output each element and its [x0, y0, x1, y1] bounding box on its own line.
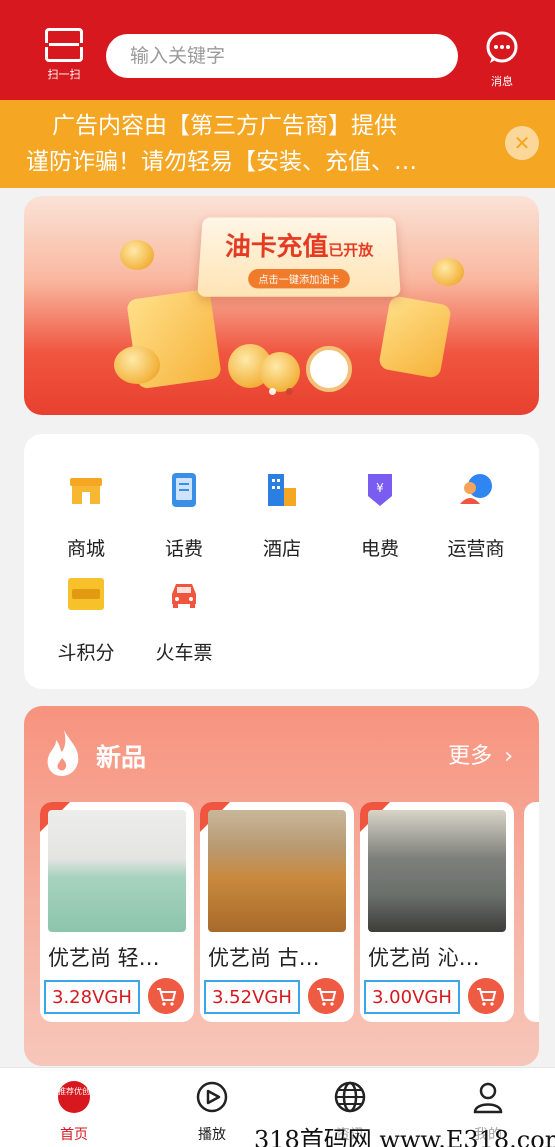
product-price: 3.00VGH [364, 980, 460, 1014]
cart-icon[interactable] [148, 978, 184, 1014]
service-label: 运营商 [426, 534, 526, 561]
service-label: 斗积分 [36, 638, 136, 665]
tab-play[interactable]: 播放 [172, 1080, 252, 1144]
coin-image [432, 258, 464, 286]
carousel-dot[interactable] [286, 388, 293, 395]
more-link[interactable]: 更多 › [448, 738, 513, 770]
product-name: 优艺尚 沁… [368, 942, 508, 972]
watermark-text: 318首码网 www.E318.com [254, 1120, 555, 1147]
shop-icon [66, 470, 106, 510]
close-icon[interactable]: ✕ [505, 126, 539, 160]
service-label: 电费 [330, 534, 430, 561]
carousel-dot[interactable] [269, 388, 276, 395]
promo-banner[interactable]: 油卡充值已开放 点击一键添加油卡 [24, 196, 539, 415]
search-input[interactable]: 输入关键字 [106, 34, 458, 78]
product-image [368, 810, 506, 932]
svg-text:¥: ¥ [376, 481, 384, 495]
message-icon [484, 30, 520, 66]
stopwatch-image [306, 346, 352, 392]
message-label: 消息 [480, 73, 524, 89]
hotel-icon [262, 470, 302, 510]
cart-icon[interactable] [468, 978, 504, 1014]
notice-bar: 广告内容由【第三方广告商】提供 谨防诈骗！请勿轻易【安装、充值、… ✕ [0, 100, 555, 188]
product-card[interactable]: 优艺尚 轻… 3.28VGH [40, 802, 194, 1022]
electricity-icon: ¥ [360, 470, 400, 510]
banner-subtitle: 点击一键添加油卡 [248, 269, 350, 288]
globe-icon [333, 1080, 367, 1114]
coin-image [114, 346, 160, 384]
notice-line-1: 广告内容由【第三方广告商】提供 [26, 108, 495, 144]
tab-label: 播放 [172, 1124, 252, 1144]
product-price: 3.28VGH [44, 980, 140, 1014]
notice-line-2: 谨防诈骗！请勿轻易【安装、充值、… [26, 144, 495, 180]
play-icon [195, 1080, 229, 1114]
message-button[interactable]: 消息 [480, 30, 524, 89]
service-hotel[interactable]: 酒店 [232, 470, 332, 561]
banner-title: 油卡充值已开放 [200, 227, 399, 263]
new-products-title: 新品 [96, 738, 146, 774]
tab-label: 首页 [34, 1124, 114, 1144]
svg-text:推荐优创: 推荐优创 [58, 1086, 90, 1096]
product-price: 3.52VGH [204, 980, 300, 1014]
service-phone-bill[interactable]: 话费 [134, 470, 234, 561]
service-operator[interactable]: 运营商 [426, 470, 526, 561]
coin-image [120, 240, 154, 270]
service-points[interactable]: 斗积分 [36, 574, 136, 665]
product-name: 优艺尚 古… [208, 942, 348, 972]
product-name: 优艺尚 轻… [48, 942, 188, 972]
oil-can-image [378, 295, 452, 379]
points-icon [66, 574, 106, 614]
service-shop[interactable]: 商城 [36, 470, 136, 561]
train-ticket-icon [164, 574, 204, 614]
scan-button[interactable]: 扫一扫 [40, 28, 88, 88]
chevron-right-icon: › [504, 744, 513, 769]
tab-home[interactable]: 推荐优创 首页 [34, 1080, 114, 1144]
banner-board: 油卡充值已开放 点击一键添加油卡 [197, 217, 401, 296]
service-train-ticket[interactable]: 火车票 [134, 574, 234, 665]
phone-bill-icon [164, 470, 204, 510]
scan-icon [45, 28, 83, 62]
more-label: 更多 [448, 744, 492, 769]
product-card[interactable]: 优艺尚 古… 3.52VGH [200, 802, 354, 1022]
service-label: 商城 [36, 534, 136, 561]
cart-icon[interactable] [308, 978, 344, 1014]
product-image [208, 810, 346, 932]
user-icon [471, 1080, 505, 1114]
operator-icon [456, 470, 496, 510]
new-products-section: 新品 更多 › 优艺尚 轻… 3.28VGH 优艺尚 古… 3.52VGH 优艺尚… [24, 706, 539, 1066]
service-label: 火车票 [134, 638, 234, 665]
service-electricity[interactable]: ¥ 电费 [330, 470, 430, 561]
service-label: 话费 [134, 534, 234, 561]
home-icon: 推荐优创 [57, 1080, 91, 1114]
flame-icon [44, 728, 84, 778]
scan-label: 扫一扫 [40, 66, 88, 82]
carousel-dots [264, 380, 298, 399]
product-card-partial [524, 802, 539, 1022]
service-label: 酒店 [232, 534, 332, 561]
product-card[interactable]: 优艺尚 沁… 3.00VGH [360, 802, 514, 1022]
top-header: 扫一扫 输入关键字 消息 [0, 0, 555, 100]
services-grid: 商城 话费 酒店 ¥ 电费 运营商 斗积分 火车票 [24, 434, 539, 689]
product-image [48, 810, 186, 932]
